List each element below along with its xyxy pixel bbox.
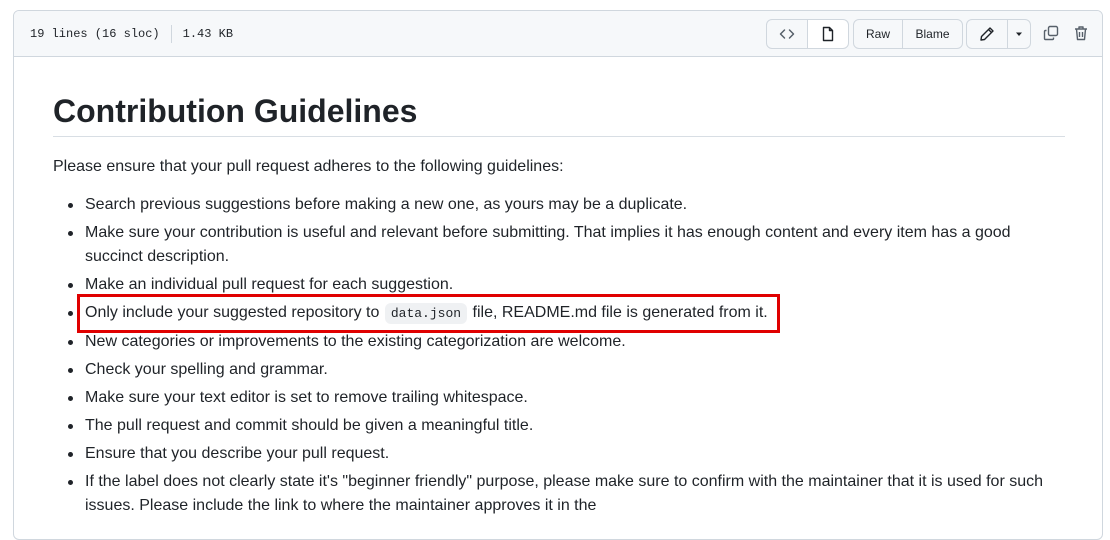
- inline-code: data.json: [384, 303, 468, 324]
- code-view-button[interactable]: [766, 19, 808, 49]
- list-item: If the label does not clearly state it's…: [68, 470, 1065, 518]
- guidelines-list: Search previous suggestions before makin…: [53, 193, 1065, 522]
- page-title: Contribution Guidelines: [53, 93, 418, 129]
- intro-text: Please ensure that your pull request adh…: [53, 158, 564, 175]
- file-viewer: 19 lines (16 sloc) 1.43 KB Raw Blame Con…: [13, 10, 1103, 540]
- copy-button[interactable]: [1037, 19, 1065, 47]
- list-item: Make sure your contribution is useful an…: [68, 221, 1065, 269]
- item-text-after: file, README.md file is generated from i…: [472, 304, 768, 321]
- edit-options-button[interactable]: [1007, 19, 1031, 49]
- list-item: Only include your suggested repository t…: [68, 301, 1065, 326]
- code-icon: [779, 26, 795, 42]
- list-item: Check your spelling and grammar.: [68, 358, 1065, 382]
- title-underline: [53, 136, 1065, 137]
- item-text-before: Only include your suggested repository t…: [85, 304, 380, 321]
- file-icon: [820, 26, 836, 42]
- raw-button[interactable]: Raw: [853, 19, 903, 49]
- list-item: New categories or improvements to the ex…: [68, 330, 1065, 354]
- trash-icon: [1073, 25, 1089, 41]
- file-info: 19 lines (16 sloc) 1.43 KB: [30, 25, 233, 43]
- preview-view-button[interactable]: [807, 19, 849, 49]
- list-item: Search previous suggestions before makin…: [68, 193, 1065, 217]
- edit-button[interactable]: [966, 19, 1008, 49]
- file-size: 1.43 KB: [182, 27, 234, 41]
- list-item: Make an individual pull request for each…: [68, 273, 1065, 297]
- pencil-icon: [979, 26, 995, 42]
- file-header: 19 lines (16 sloc) 1.43 KB Raw Blame: [14, 11, 1102, 57]
- triangle-down-icon: [1014, 29, 1024, 39]
- line-count: 19 lines (16 sloc): [30, 27, 160, 41]
- delete-button[interactable]: [1067, 19, 1095, 47]
- list-item: Ensure that you describe your pull reque…: [68, 442, 1065, 466]
- list-item: Make sure your text editor is set to rem…: [68, 386, 1065, 410]
- list-item: The pull request and commit should be gi…: [68, 414, 1065, 438]
- divider: [170, 25, 172, 43]
- blame-button[interactable]: Blame: [902, 19, 963, 49]
- copy-icon: [1043, 25, 1059, 41]
